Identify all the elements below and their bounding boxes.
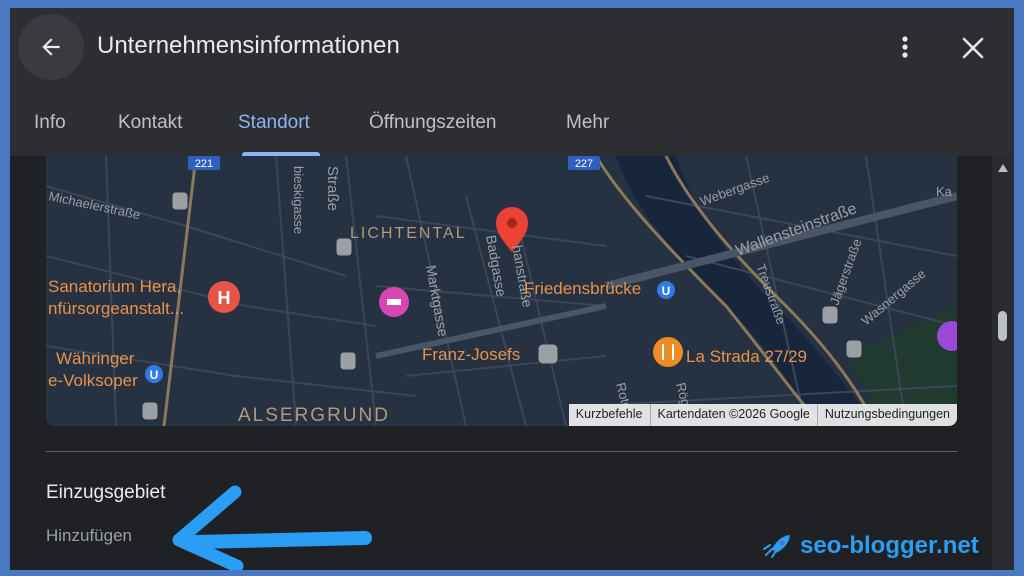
close-button[interactable] — [957, 32, 989, 64]
rocket-icon — [763, 535, 790, 558]
svg-text:U: U — [662, 284, 671, 298]
tab-info[interactable]: Info — [34, 112, 66, 134]
location-map[interactable]: 221 227 U U H Michaelerstraße bieskigass… — [46, 156, 957, 426]
tab-kontakt[interactable]: Kontakt — [118, 112, 182, 134]
restaurant-poi-icon[interactable] — [653, 337, 683, 367]
map-label: Ka — [936, 184, 953, 199]
business-info-panel: Unternehmensinformationen Info Kontakt S… — [10, 8, 1014, 570]
scrollbar[interactable] — [992, 156, 1014, 570]
hotel-poi-icon[interactable] — [379, 287, 409, 317]
tab-standort[interactable]: Standort — [238, 112, 310, 134]
more-vert-icon — [902, 36, 908, 58]
map-label: Michaelerstraße — [47, 188, 141, 222]
more-options-button[interactable] — [890, 32, 920, 62]
map-label: ALSERGRUND — [238, 405, 390, 426]
section-divider — [46, 451, 957, 452]
tab-oeffnungszeiten[interactable]: Öffnungszeiten — [369, 112, 496, 134]
hospital-poi-icon[interactable]: H — [208, 281, 240, 313]
map-attribution-bar: Kurzbefehle Kartendaten ©2026 Google Nut… — [568, 404, 957, 426]
svg-text:H: H — [218, 288, 231, 308]
svg-text:U: U — [150, 368, 159, 382]
scroll-thumb[interactable] — [998, 311, 1007, 341]
map-label: Sanatorium Hera, — [48, 277, 181, 296]
svg-text:221: 221 — [195, 158, 213, 170]
map-label: Straße — [324, 166, 341, 211]
map-label: bieskigasse — [291, 166, 306, 234]
map-canvas[interactable]: 221 227 U U H Michaelerstraße bieskigass… — [46, 156, 957, 426]
map-label: nfürsorgeanstalt... — [48, 299, 184, 318]
map-label: Währinger — [56, 349, 135, 368]
map-label: Marktgasse — [423, 264, 451, 338]
tab-bar: Info Kontakt Standort Öffnungszeiten Meh… — [10, 108, 1014, 156]
map-label: hanstraße — [509, 244, 536, 309]
service-area-title: Einzugsgebiet — [46, 482, 166, 503]
map-label: Franz-Josefs — [422, 345, 520, 364]
keyboard-shortcuts-link[interactable]: Kurzbefehle — [569, 404, 650, 426]
tram-stop-icon[interactable] — [171, 191, 189, 211]
panel-header: Unternehmensinformationen Info Kontakt S… — [10, 8, 1014, 156]
annotation-arrow-icon — [172, 485, 372, 570]
train-station-icon[interactable] — [537, 343, 559, 365]
page-title: Unternehmensinformationen — [97, 32, 400, 59]
scroll-up-icon[interactable] — [998, 164, 1008, 172]
map-label: Friedensbrücke — [524, 279, 641, 298]
map-data-label: Kartendaten ©2026 Google — [649, 404, 817, 426]
back-button[interactable] — [18, 14, 84, 80]
tab-mehr[interactable]: Mehr — [566, 112, 609, 134]
map-label: e-Volksoper — [48, 371, 138, 390]
add-service-area-link[interactable]: Hinzufügen — [46, 526, 132, 546]
svg-text:227: 227 — [575, 158, 593, 170]
watermark: seo-blogger.net — [762, 532, 979, 560]
arrow-back-icon — [42, 38, 60, 56]
map-label: LICHTENTAL — [350, 225, 467, 242]
route-shield-227: 227 — [568, 156, 600, 170]
map-label: La Strada 27/29 — [686, 347, 807, 366]
subway-icon[interactable]: U — [657, 281, 675, 299]
subway-icon[interactable]: U — [145, 365, 163, 383]
map-label: Wasnergasse — [858, 266, 928, 328]
tram-stop-icon[interactable] — [845, 339, 863, 359]
watermark-text: seo-blogger.net — [800, 532, 979, 559]
tram-stop-icon[interactable] — [821, 305, 839, 325]
close-icon — [962, 37, 984, 59]
route-shield-221: 221 — [188, 156, 220, 170]
tram-stop-icon[interactable] — [339, 351, 357, 371]
map-label: Webergasse — [698, 170, 771, 209]
terms-link[interactable]: Nutzungsbedingungen — [816, 404, 957, 426]
tram-stop-icon[interactable] — [141, 401, 159, 421]
